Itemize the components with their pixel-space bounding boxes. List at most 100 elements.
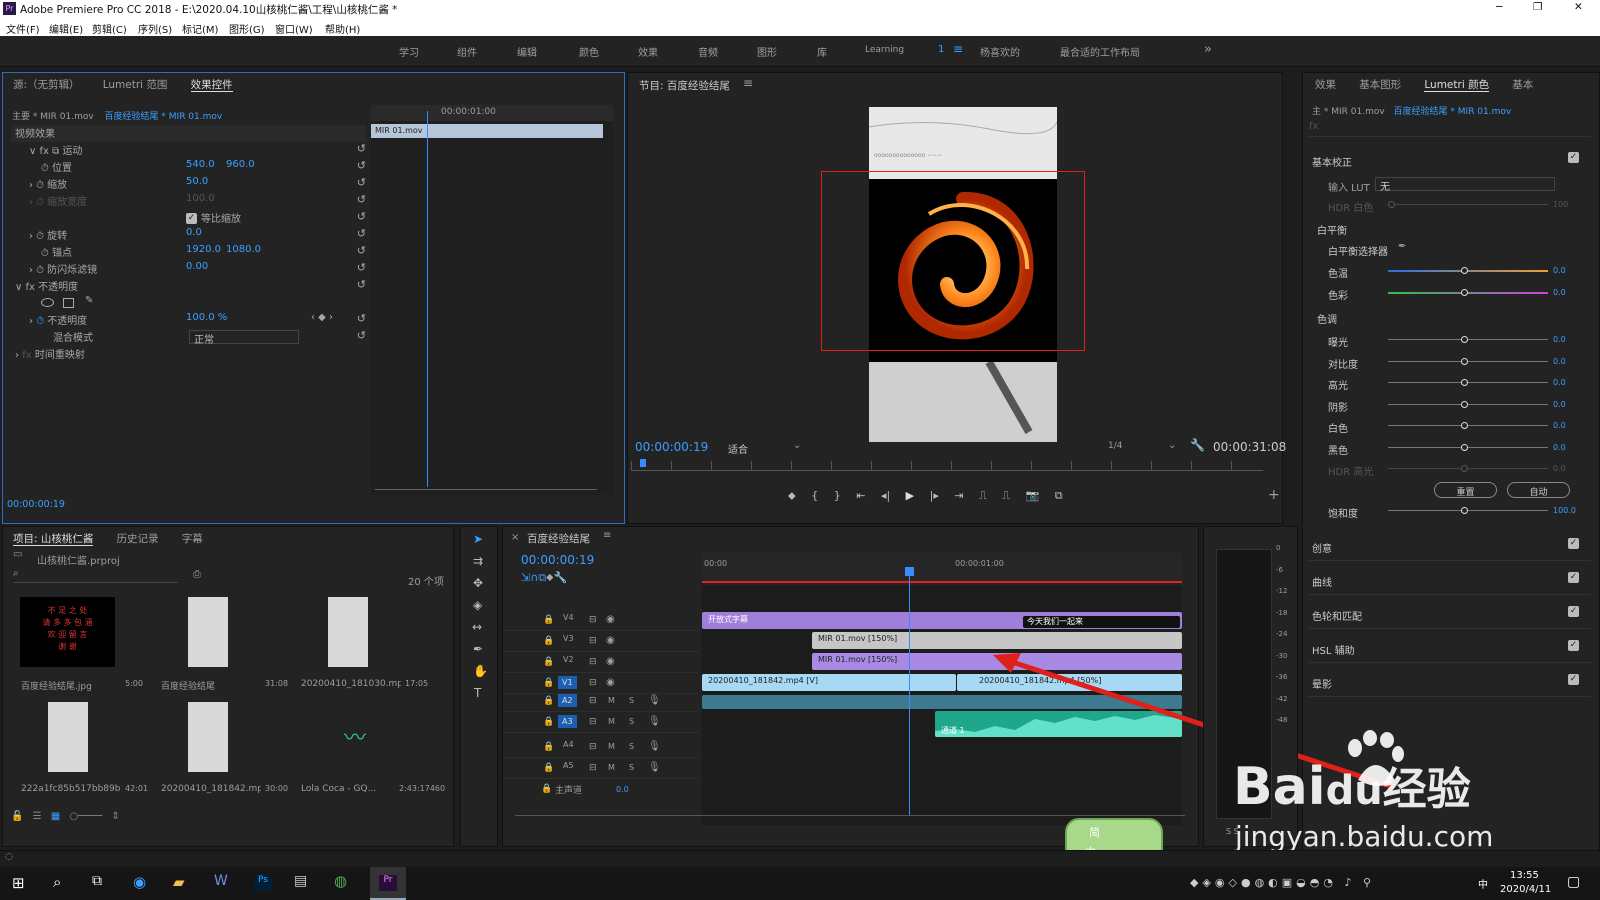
timeline-title[interactable]: 百度经验结尾 (527, 531, 590, 546)
lut-select[interactable]: 无 (1375, 177, 1555, 193)
step-forward-icon[interactable]: |▸ (930, 489, 939, 502)
mic-icon[interactable]: 🎙 (648, 716, 661, 727)
master-lock-icon[interactable]: 🔒 (541, 784, 552, 794)
lock-icon[interactable]: 🔓 (11, 811, 23, 822)
mark-out-icon[interactable]: } (834, 489, 841, 502)
menu-edit[interactable]: 编辑(E) (49, 21, 83, 36)
uniform-scale-checkbox[interactable]: ✓ (186, 213, 197, 224)
track-select-icon[interactable]: ⇉ (473, 554, 483, 568)
ws-assembly[interactable]: 组件 (457, 44, 477, 59)
reset-icon[interactable]: ↺ (357, 142, 366, 155)
program-playhead[interactable] (640, 459, 646, 467)
timeline-menu-icon[interactable]: ≡ (603, 530, 611, 541)
toggle-sync-icon[interactable]: ⊟ (589, 657, 597, 667)
eye-icon[interactable]: ◉ (606, 656, 615, 667)
eye-icon[interactable]: ◉ (606, 635, 615, 646)
project-thumbnail[interactable] (48, 702, 88, 772)
ws-effects[interactable]: 效果 (638, 44, 658, 59)
tone-slider[interactable] (1388, 379, 1548, 386)
tone-slider-value[interactable]: 0.0 (1553, 421, 1566, 430)
mic-icon[interactable]: 🎙 (648, 695, 661, 706)
type-tool-icon[interactable]: T (474, 686, 481, 700)
project-thumbnail[interactable] (188, 597, 228, 667)
fx-bypass[interactable]: fx (1309, 121, 1591, 137)
slider-knob[interactable] (1461, 400, 1468, 408)
ec-row-blend-mode[interactable]: 混合模式 正常 ↺ (11, 329, 366, 346)
toggle-sync-icon[interactable]: ⊟ (589, 717, 597, 727)
word-icon[interactable]: W (214, 873, 228, 889)
tone-slider[interactable] (1388, 357, 1548, 365)
eye-icon[interactable]: ◉ (606, 614, 615, 625)
minimize-button[interactable]: ─ (1496, 1, 1502, 13)
export-frame-icon[interactable]: 📷 (1025, 489, 1039, 502)
reset-button[interactable]: 重置 (1434, 482, 1497, 498)
tab-source[interactable]: 源:（无剪辑） (13, 79, 80, 91)
ws-favorite[interactable]: 杨喜欢的 (980, 44, 1020, 59)
slider-knob[interactable] (1461, 267, 1468, 274)
fit-chevron-icon[interactable]: ⌄ (793, 440, 801, 451)
zoom-slider[interactable]: ○──── (69, 811, 102, 822)
icon-view-icon[interactable]: ▦ (51, 811, 60, 822)
tab-essential[interactable]: 基本 (1512, 79, 1533, 91)
lumetri-clip[interactable]: 百度经验结尾 * MIR 01.mov (1394, 107, 1512, 117)
track-label[interactable]: V3 (563, 634, 574, 643)
position-x-value[interactable]: 540.0 (186, 159, 215, 170)
mute-button[interactable]: M (608, 696, 615, 705)
track-lock-icon[interactable]: 🔒 (543, 615, 554, 625)
saturation-slider[interactable] (1388, 507, 1548, 514)
menu-file[interactable]: 文件(F) (6, 21, 40, 36)
go-to-in-icon[interactable]: ⇤ (856, 489, 865, 502)
ec-row-opacity[interactable]: › ⏱ 不透明度 100.0 % ‹ ◆ › ↺ (11, 312, 366, 329)
explorer-icon[interactable]: ▰ (173, 873, 185, 891)
slider-knob[interactable] (1461, 465, 1468, 472)
section-checkbox[interactable]: ✓ (1568, 538, 1579, 549)
razor-icon[interactable]: ◈ (473, 598, 482, 612)
project-thumbnail[interactable] (188, 702, 228, 772)
tab-effect-controls[interactable]: 效果控件 (190, 79, 233, 92)
wb-slider-value[interactable]: 0.0 (1553, 266, 1566, 275)
notification-icon[interactable]: ▢ (1567, 874, 1580, 890)
lumetri-section-header[interactable]: 色轮和匹配 (1312, 608, 1362, 623)
tone-slider-value[interactable]: 0.0 (1553, 443, 1566, 452)
project-thumbnail[interactable]: 不 足 之 处 请 多 多 包 涵 欢 迎 留 言 谢 谢 (20, 597, 115, 667)
search-icon[interactable]: ⌕ (53, 873, 61, 891)
track-lock-icon[interactable]: 🔒 (543, 696, 554, 706)
tone-slider[interactable] (1388, 400, 1548, 408)
master-clip[interactable]: 主要 * MIR 01.mov 百度经验结尾 * MIR 01.mov (12, 109, 222, 122)
toggle-sync-icon[interactable]: ⊟ (589, 696, 597, 706)
eye-icon[interactable]: ◉ (606, 677, 615, 688)
fit-select[interactable]: 适合 (728, 441, 748, 456)
timeline-playhead[interactable] (909, 567, 910, 815)
menu-marker[interactable]: 标记(M) (182, 21, 218, 36)
tab-captions[interactable]: 字幕 (182, 533, 203, 545)
mute-button[interactable]: M (608, 717, 615, 726)
nest-icon[interactable]: ⇲ (521, 571, 530, 584)
track-label[interactable]: A5 (563, 761, 574, 770)
eyedropper-icon[interactable]: ✒ (1398, 241, 1406, 252)
extract-icon[interactable]: ⎍ (1002, 489, 1010, 502)
menu-graphics[interactable]: 图形(G) (229, 21, 265, 36)
add-marker-icon[interactable]: ⬥ (788, 489, 796, 502)
solo-button[interactable]: S (629, 742, 634, 751)
tab-lumetri-scopes[interactable]: Lumetri 范围 (103, 79, 168, 91)
edge-icon[interactable]: ◉ (133, 873, 146, 891)
project-item-name[interactable]: 百度经验结尾 (161, 679, 261, 692)
toggle-sync-icon[interactable]: ⊟ (589, 678, 597, 688)
windows-start-icon[interactable]: ⊞ (12, 874, 25, 892)
step-back-icon[interactable]: ◂| (881, 489, 890, 502)
sort-icon[interactable]: ⇕ (111, 811, 119, 822)
new-bin-search-icon[interactable]: ⎙ (193, 569, 201, 580)
section-checkbox[interactable]: ✓ (1568, 606, 1579, 617)
clip-v1-a[interactable]: 20200410_181842.mp4 [V] (702, 674, 956, 691)
solo-button[interactable]: S (629, 696, 634, 705)
slider-knob[interactable] (1461, 379, 1468, 386)
menu-help[interactable]: 帮助(H) (325, 21, 360, 36)
track-label[interactable]: V2 (563, 655, 574, 664)
slip-icon[interactable]: ↔ (472, 620, 482, 634)
tone-slider-value[interactable]: 0.0 (1553, 400, 1566, 409)
rect-mask-icon[interactable] (63, 298, 74, 308)
track-label[interactable]: A4 (563, 740, 574, 749)
master-volume-value[interactable]: 0.0 (616, 785, 629, 794)
track-label[interactable]: V1 (558, 676, 577, 689)
ripple-edit-icon[interactable]: ✥ (473, 576, 483, 590)
